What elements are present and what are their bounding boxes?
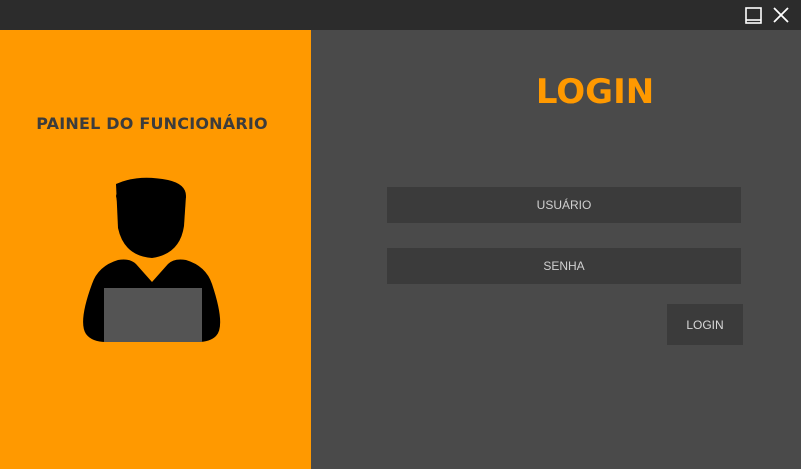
login-panel: LOGIN LOGIN [311, 30, 801, 469]
maximize-button[interactable] [743, 4, 765, 26]
login-window: PAINEL DO FUNCIONÁRIO LOGIN LOGIN [0, 0, 801, 469]
employee-panel: PAINEL DO FUNCIONÁRIO [0, 30, 311, 469]
close-button[interactable] [770, 4, 792, 26]
username-field[interactable] [387, 187, 741, 223]
login-title: LOGIN [535, 72, 655, 112]
close-icon [773, 7, 789, 23]
maximize-icon [745, 7, 762, 24]
password-field[interactable] [387, 248, 741, 284]
panel-title: PAINEL DO FUNCIONÁRIO [36, 114, 268, 133]
login-button[interactable]: LOGIN [667, 304, 743, 345]
title-bar [0, 0, 801, 30]
employee-with-laptop-icon [83, 177, 221, 342]
